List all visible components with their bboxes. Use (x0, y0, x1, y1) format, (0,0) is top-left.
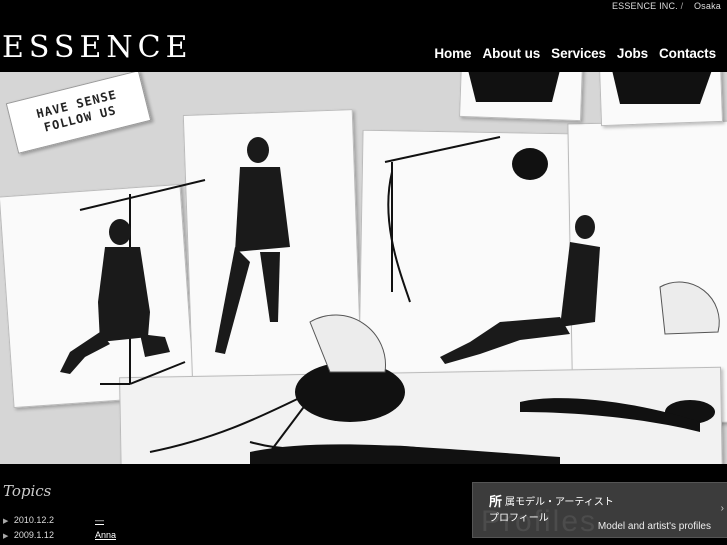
profiles-kanji: 所 (489, 494, 503, 509)
topics-heading: Topics (3, 482, 52, 500)
news-item: ▶ 2010.12.2 — (3, 515, 104, 525)
nav-contacts[interactable]: Contacts (659, 46, 716, 61)
company-link[interactable]: ESSENCE INC. (612, 1, 678, 11)
nav-services[interactable]: Services (551, 46, 606, 61)
main-nav: Home About us Services Jobs Contacts (434, 46, 727, 61)
profiles-jp-line1: 属モデル・アーティスト (505, 497, 614, 508)
footer-area: Topics ▶ 2010.12.2 — ▶ 2009.1.12 Anna Pr… (0, 464, 727, 545)
nav-about-us[interactable]: About us (482, 46, 540, 61)
header: ESSENCE INC. / Osaka ESSENCE Home About … (0, 0, 727, 72)
news-item: ▶ 2009.1.12 Anna (3, 530, 116, 540)
chevron-right-icon: › (720, 503, 724, 514)
profiles-button[interactable]: Profiles 所 属モデル・アーティスト プロフィール Model and … (472, 482, 727, 538)
news-date: 2010.12.2 (13, 515, 54, 525)
bullet-arrow-icon: ▶ (3, 518, 9, 525)
profiles-english-label: Model and artist's profiles (597, 521, 711, 532)
corp-separator: / (680, 1, 684, 11)
city-link[interactable]: Osaka (694, 1, 721, 11)
site-logo[interactable]: ESSENCE (2, 30, 192, 65)
corporate-links: ESSENCE INC. / Osaka (612, 1, 721, 11)
bullet-arrow-icon: ▶ (3, 533, 9, 540)
hero-banner: HAVE SENSE FOLLOW US (0, 72, 727, 464)
nav-jobs[interactable]: Jobs (617, 46, 648, 61)
news-link[interactable]: — (95, 515, 104, 525)
news-link[interactable]: Anna (95, 530, 116, 540)
nav-home[interactable]: Home (434, 46, 471, 61)
news-date: 2009.1.12 (13, 530, 54, 540)
profiles-jp-line2: プロフィール (489, 513, 549, 524)
